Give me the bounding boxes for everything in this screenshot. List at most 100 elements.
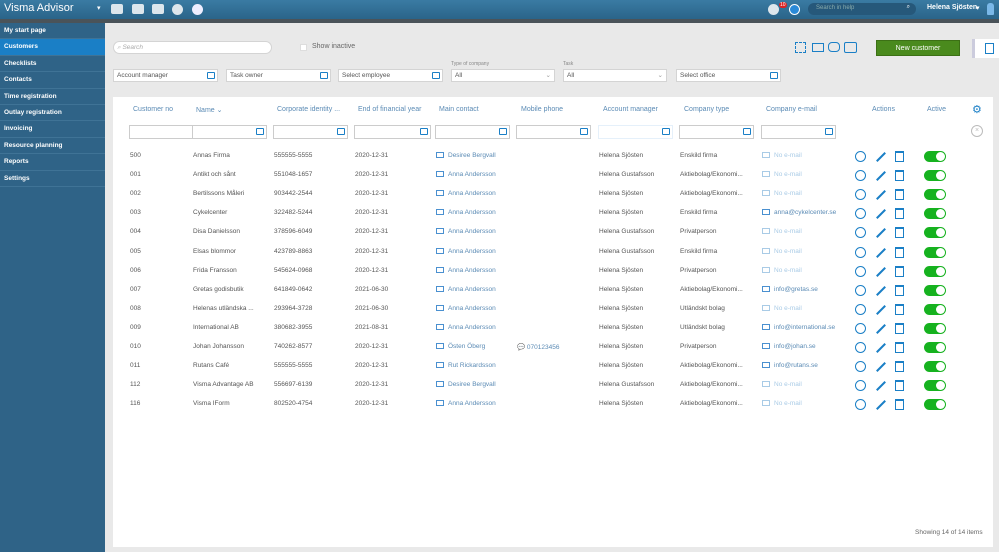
active-toggle[interactable] [924, 246, 946, 258]
cell-main-contact[interactable]: Anna Andersson [436, 285, 496, 293]
cell-main-contact[interactable]: Desiree Bergvall [436, 381, 496, 388]
lookup-icon[interactable] [770, 72, 778, 79]
start-timer-icon[interactable] [855, 303, 866, 315]
employee-filter[interactable]: Select employee [338, 69, 443, 82]
delete-icon[interactable] [895, 303, 904, 315]
play-icon[interactable] [192, 4, 203, 15]
calculator-icon[interactable] [152, 4, 164, 14]
active-toggle[interactable] [924, 151, 946, 162]
sidebar-item-contacts[interactable]: Contacts [0, 72, 105, 89]
active-toggle[interactable] [924, 284, 946, 296]
start-timer-icon[interactable] [855, 246, 866, 258]
cell-company-email[interactable]: No e-mail [762, 400, 802, 407]
cell-company-email[interactable]: No e-mail [762, 152, 802, 159]
cell-company-email[interactable]: info@rutans.se [762, 362, 818, 369]
cell-main-contact[interactable]: Anna Andersson [436, 171, 496, 178]
filter-main-contact[interactable] [435, 125, 510, 139]
email-icon[interactable] [812, 43, 824, 52]
sidebar-item-time-registration[interactable]: Time registration [0, 89, 105, 105]
sidebar-item-checklists[interactable]: Checklists [0, 56, 105, 73]
active-toggle[interactable] [924, 265, 946, 277]
sidebar-item-resource-planning[interactable]: Resource planning [0, 138, 105, 155]
filter-company-type[interactable] [679, 125, 754, 139]
start-timer-icon[interactable] [855, 265, 866, 277]
print-icon[interactable] [844, 42, 857, 53]
column-header-customer-no[interactable]: Customer no [133, 106, 173, 113]
active-toggle[interactable] [924, 399, 946, 411]
cell-main-contact[interactable]: Anna Andersson [436, 266, 496, 274]
sms-icon[interactable] [828, 42, 840, 52]
column-header-company-type[interactable]: Company type [684, 106, 729, 113]
type-of-company-select[interactable]: All ⌄ [451, 69, 555, 82]
filter-end-of-financial-year[interactable] [354, 125, 431, 139]
cell-company-email[interactable]: No e-mail [762, 228, 802, 235]
cell-company-email[interactable]: No e-mail [762, 247, 802, 255]
user-menu[interactable]: Helena Sjösten [927, 4, 977, 11]
sidebar-item-reports[interactable]: Reports [0, 154, 105, 171]
lookup-icon[interactable] [207, 72, 215, 79]
cell-company-email[interactable]: anna@cykelcenter.se [762, 209, 836, 216]
filter-mobile-phone[interactable] [516, 125, 591, 139]
start-timer-icon[interactable] [855, 322, 866, 334]
cell-company-email[interactable]: No e-mail [762, 304, 802, 312]
cell-company-email[interactable]: info@gretas.se [762, 285, 818, 293]
cell-main-contact[interactable]: Anna Andersson [436, 323, 496, 331]
cell-main-contact[interactable]: Desiree Bergvall [436, 152, 496, 159]
active-toggle[interactable] [924, 208, 946, 220]
column-header-name[interactable]: Name ⌄ [196, 106, 223, 114]
sidebar-item-my-start-page[interactable]: My start page [0, 23, 105, 40]
filter-corporate-identity[interactable] [273, 125, 348, 139]
clear-filters-icon[interactable]: × [971, 125, 983, 137]
sidebar-item-settings[interactable]: Settings [0, 171, 105, 187]
sidebar-item-invoicing[interactable]: Invoicing [0, 121, 105, 138]
active-toggle[interactable] [924, 189, 946, 201]
column-header-mobile-phone[interactable]: Mobile phone [521, 106, 563, 113]
task-owner-filter[interactable]: Task owner [226, 69, 331, 82]
clock-icon[interactable] [172, 4, 183, 15]
active-toggle[interactable] [924, 342, 946, 353]
delete-icon[interactable] [895, 208, 904, 220]
delete-icon[interactable] [895, 342, 904, 353]
delete-icon[interactable] [895, 399, 904, 411]
task-select[interactable]: All ⌄ [563, 69, 667, 82]
account-manager-filter[interactable]: Account manager [113, 69, 218, 82]
cell-company-email[interactable]: No e-mail [762, 171, 802, 178]
delete-icon[interactable] [895, 265, 904, 277]
calendar-icon[interactable] [420, 128, 428, 135]
column-header-main-contact[interactable]: Main contact [439, 106, 479, 113]
new-customer-button[interactable]: New customer [876, 40, 960, 56]
column-header-end-of-financial-year[interactable]: End of financial year [358, 106, 421, 113]
column-header-company-email[interactable]: Company e-mail [766, 106, 817, 113]
start-timer-icon[interactable] [855, 284, 866, 296]
delete-icon[interactable] [895, 322, 904, 334]
active-toggle[interactable] [924, 303, 946, 315]
cell-main-contact[interactable]: Anna Andersson [436, 209, 496, 216]
column-header-corporate-identity[interactable]: Corporate identity ... [277, 106, 340, 113]
filter-name[interactable] [192, 125, 267, 139]
column-header-account-manager[interactable]: Account manager [603, 106, 658, 113]
delete-icon[interactable] [895, 284, 904, 296]
cell-mobile-phone[interactable]: 💬 070123456 [517, 343, 559, 351]
help-icon[interactable] [789, 4, 800, 15]
delete-icon[interactable] [895, 151, 904, 162]
search-icon[interactable]: ⌕ [907, 4, 910, 11]
lookup-icon[interactable] [825, 128, 833, 135]
message-icon[interactable] [132, 4, 144, 14]
start-timer-icon[interactable] [855, 342, 866, 353]
mail-icon[interactable] [111, 4, 123, 14]
lookup-icon[interactable] [337, 128, 345, 135]
sort-desc-icon[interactable]: ⌄ [215, 107, 223, 114]
active-toggle[interactable] [924, 380, 946, 392]
show-inactive-checkbox[interactable] [300, 44, 307, 51]
filter-account-manager[interactable] [598, 125, 673, 139]
delete-icon[interactable] [895, 227, 904, 239]
cell-company-email[interactable]: No e-mail [762, 381, 802, 388]
cell-company-email[interactable]: info@johan.se [762, 343, 816, 350]
user-avatar-icon[interactable] [987, 3, 994, 15]
cell-main-contact[interactable]: Anna Andersson [436, 304, 496, 312]
active-toggle[interactable] [924, 227, 946, 239]
lookup-icon[interactable] [743, 128, 751, 135]
lookup-icon[interactable] [580, 128, 588, 135]
delete-icon[interactable] [895, 170, 904, 182]
side-panel-toggle[interactable] [972, 39, 999, 58]
